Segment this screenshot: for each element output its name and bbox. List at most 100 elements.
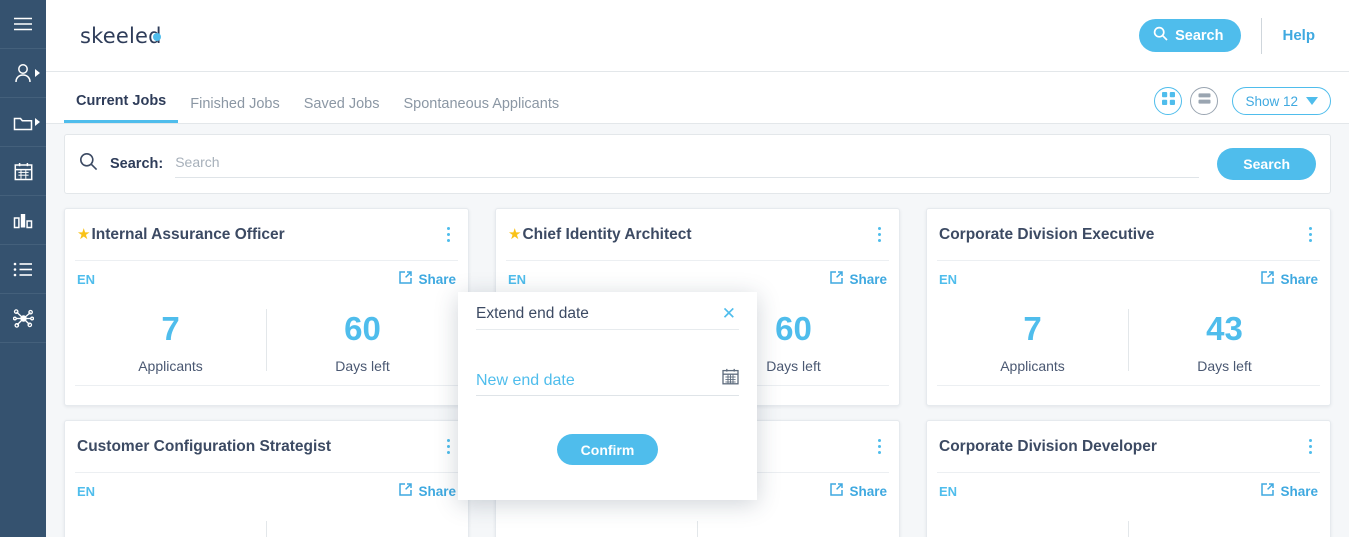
job-card-share-button[interactable]: Share <box>830 483 887 499</box>
job-card-title: Internal Assurance Officer <box>91 225 285 243</box>
header-search-label: Search <box>1175 27 1224 44</box>
job-card-subheader: EN Share <box>937 473 1320 509</box>
star-icon[interactable]: ★ <box>508 227 521 242</box>
job-card[interactable]: Corporate Division Executive EN Share 7 … <box>926 208 1331 406</box>
search-panel: Search: Search <box>64 134 1331 194</box>
job-card-applicants-stat <box>75 513 266 537</box>
new-end-date-input[interactable] <box>476 372 722 390</box>
search-icon <box>1153 26 1168 45</box>
job-card-applicants-value: 7 <box>161 310 180 348</box>
job-card-stats <box>506 509 889 537</box>
job-card-footer <box>937 385 1320 401</box>
job-card-menu-button[interactable] <box>1303 223 1318 246</box>
view-toggle-group: Show 12 <box>1154 87 1331 123</box>
job-card-share-button[interactable]: Share <box>1261 483 1318 499</box>
job-card-share-label: Share <box>418 271 456 287</box>
tab-current-jobs[interactable]: Current Jobs <box>64 93 179 123</box>
network-nodes-icon <box>12 308 34 329</box>
sidebar-item-statistics[interactable] <box>0 196 46 245</box>
job-card-share-button[interactable]: Share <box>399 483 456 499</box>
job-card-days-label: Days left <box>766 357 821 374</box>
tab-spontaneous-applicants[interactable]: Spontaneous Applicants <box>392 96 572 123</box>
modal-header: Extend end date ✕ <box>476 292 739 330</box>
job-card-share-button[interactable]: Share <box>399 271 456 287</box>
external-link-icon <box>1261 271 1275 287</box>
external-link-icon <box>830 483 844 499</box>
job-card[interactable]: ★ Internal Assurance Officer EN Share 7 … <box>64 208 469 406</box>
job-card-menu-button[interactable] <box>872 435 887 458</box>
job-card-menu-button[interactable] <box>441 223 456 246</box>
show-count-select[interactable]: Show 12 <box>1232 87 1331 115</box>
user-icon <box>14 63 32 83</box>
confirm-button[interactable]: Confirm <box>556 434 659 465</box>
job-card-days-stat <box>1129 513 1320 537</box>
sidebar-item-tasks[interactable] <box>0 245 46 294</box>
sidebar-item-calendar[interactable] <box>0 147 46 196</box>
search-submit-button[interactable]: Search <box>1217 148 1316 180</box>
job-card-language: EN <box>77 483 96 499</box>
header-search-button[interactable]: Search <box>1139 19 1242 52</box>
chevron-right-icon <box>35 69 40 77</box>
job-card-language: EN <box>939 483 958 499</box>
job-card-applicants-label: Applicants <box>1000 357 1065 374</box>
job-card-share-label: Share <box>849 483 887 499</box>
external-link-icon <box>399 483 413 499</box>
sidebar-item-integrations[interactable] <box>0 294 46 343</box>
tabs-list: Current Jobs Finished Jobs Saved Jobs Sp… <box>64 72 571 123</box>
job-card-title: Corporate Division Executive <box>939 225 1155 243</box>
top-header: skeeled Search Help <box>46 0 1349 72</box>
job-card-menu-button[interactable] <box>1303 435 1318 458</box>
close-icon[interactable]: ✕ <box>719 303 739 324</box>
job-card-footer <box>75 385 458 401</box>
search-icon <box>79 152 98 176</box>
job-card-share-button[interactable]: Share <box>1261 271 1318 287</box>
job-card-subheader: EN Share <box>937 261 1320 297</box>
list-view-button[interactable] <box>1190 87 1219 115</box>
job-card-applicants-stat: 7 Applicants <box>75 301 266 385</box>
job-card-header: Corporate Division Developer <box>937 421 1320 473</box>
sidebar <box>0 0 46 537</box>
tab-finished-jobs[interactable]: Finished Jobs <box>178 96 291 123</box>
job-card-stats <box>75 509 458 537</box>
grid-view-button[interactable] <box>1154 87 1183 115</box>
sidebar-item-jobs[interactable] <box>0 98 46 147</box>
job-card-days-label: Days left <box>335 357 390 374</box>
sidebar-item-candidates[interactable] <box>0 49 46 98</box>
modal-actions: Confirm <box>476 434 739 465</box>
header-divider <box>1261 17 1263 54</box>
job-card-title: Chief Identity Architect <box>522 225 692 243</box>
app-logo[interactable]: skeeled <box>80 24 162 48</box>
job-card-stats: 7 Applicants 43 Days left <box>937 297 1320 385</box>
show-count-label: Show 12 <box>1245 93 1298 109</box>
folder-icon <box>13 114 33 131</box>
list-icon <box>13 262 33 277</box>
help-link[interactable]: Help <box>1282 27 1315 44</box>
list-view-icon <box>1198 92 1211 110</box>
job-card[interactable]: Corporate Division Developer EN Share <box>926 420 1331 537</box>
job-card-language: EN <box>77 271 96 287</box>
job-card-days-value: 43 <box>1206 310 1243 348</box>
tab-saved-jobs[interactable]: Saved Jobs <box>292 96 392 123</box>
logo-dot-icon <box>152 32 161 41</box>
job-card-days-stat <box>698 513 889 537</box>
job-card-share-label: Share <box>849 271 887 287</box>
job-card-share-label: Share <box>1280 483 1318 499</box>
menu-toggle[interactable] <box>0 0 46 49</box>
job-card-subheader: EN Share <box>75 473 458 509</box>
search-input[interactable] <box>175 150 1200 178</box>
modal-title: Extend end date <box>476 304 589 322</box>
job-card-days-value: 60 <box>344 310 381 348</box>
chevron-right-icon <box>35 118 40 126</box>
job-card-share-button[interactable]: Share <box>830 271 887 287</box>
job-card-share-label: Share <box>1280 271 1318 287</box>
job-card-language: EN <box>508 271 527 287</box>
job-card-share-label: Share <box>418 483 456 499</box>
job-card-menu-button[interactable] <box>872 223 887 246</box>
search-label: Search: <box>110 156 164 172</box>
job-card[interactable]: Customer Configuration Strategist EN Sha… <box>64 420 469 537</box>
job-card-menu-button[interactable] <box>441 435 456 458</box>
job-card-header: ★ Chief Identity Architect <box>506 209 889 261</box>
star-icon[interactable]: ★ <box>77 227 90 242</box>
job-card-header: ★ Internal Assurance Officer <box>75 209 458 261</box>
calendar-icon[interactable] <box>722 368 739 390</box>
